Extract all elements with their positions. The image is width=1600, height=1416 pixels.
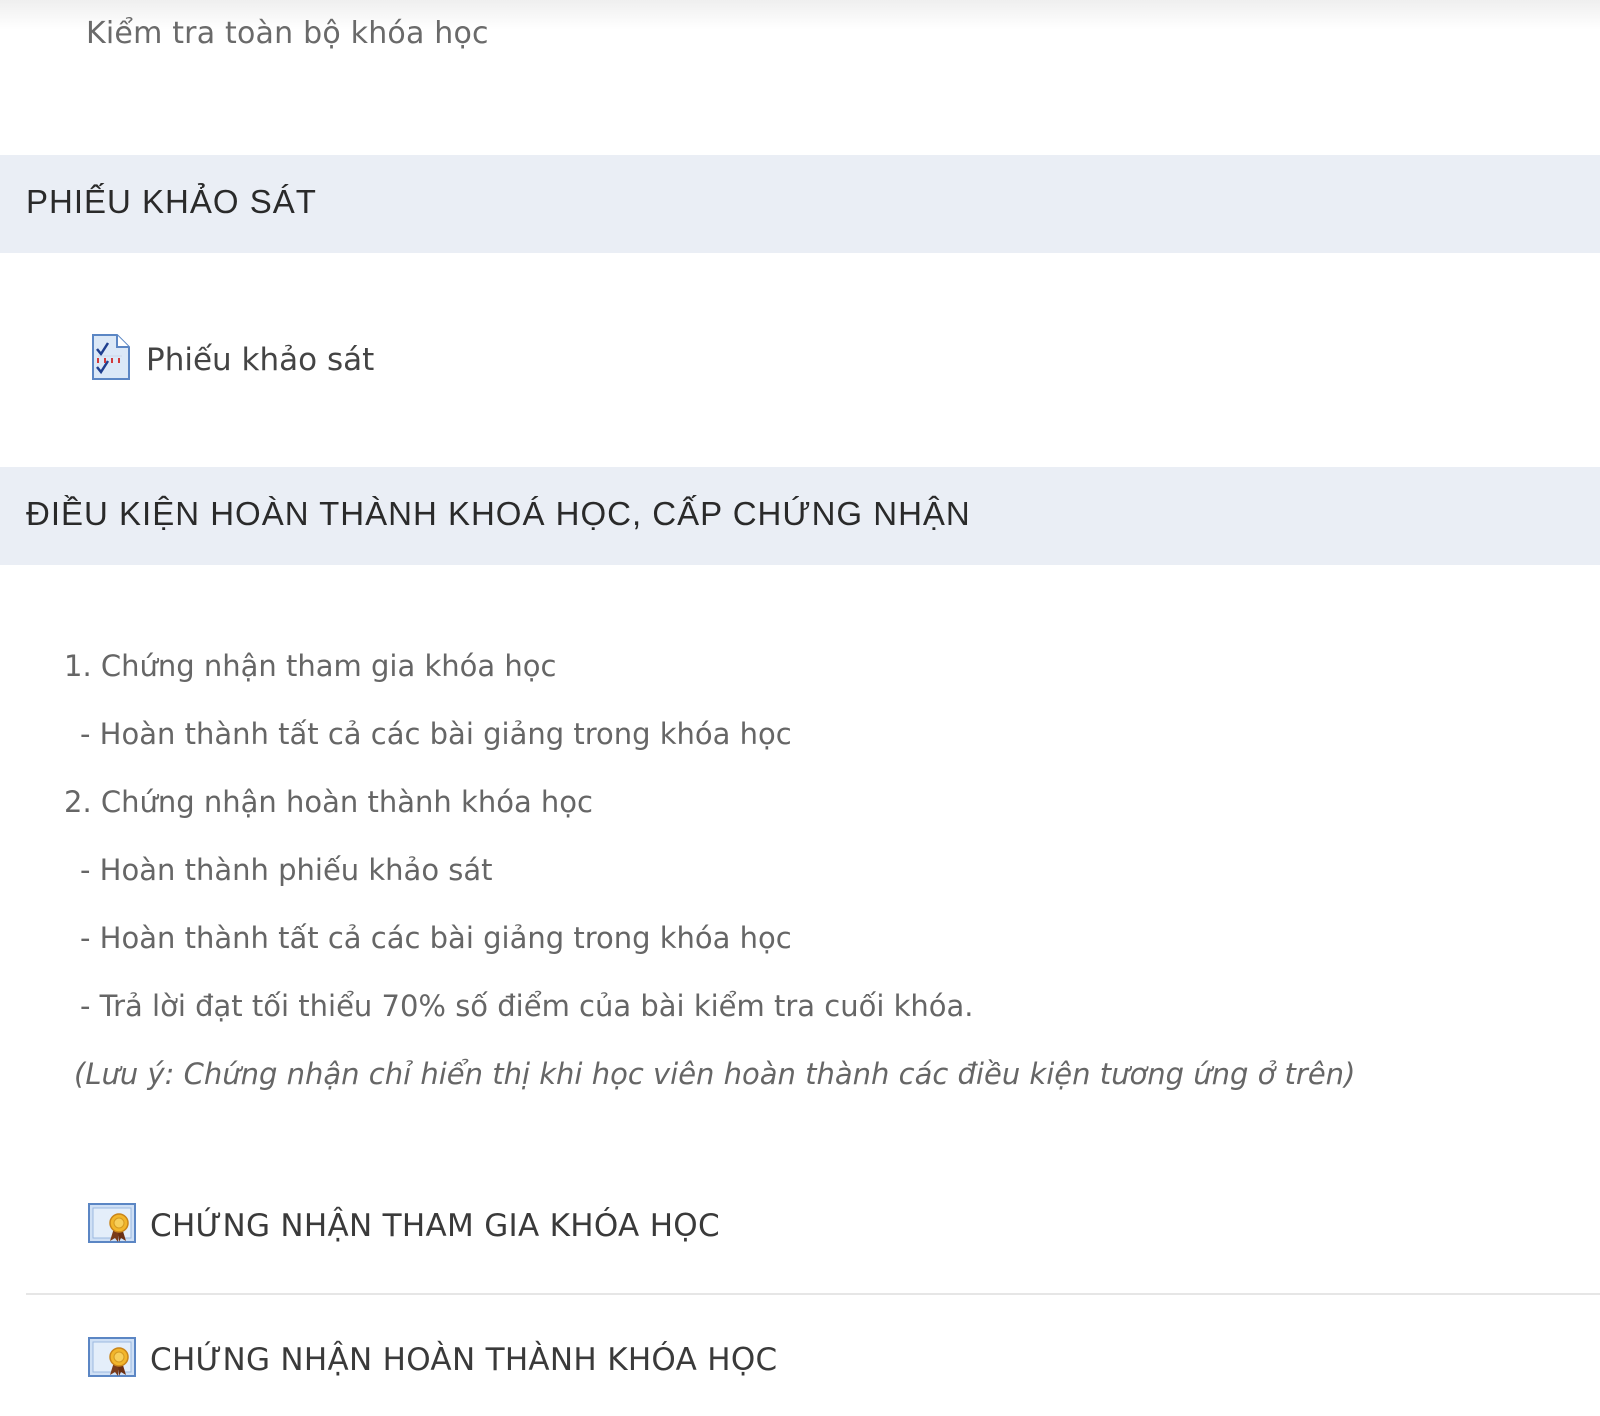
section-title: PHIẾU KHẢO SÁT bbox=[26, 183, 317, 220]
certificate-completion-link[interactable]: CHỨNG NHẬN HOÀN THÀNH KHÓA HỌC bbox=[88, 1337, 778, 1382]
section-header-survey: PHIẾU KHẢO SÁT bbox=[0, 155, 1600, 253]
certificate-icon bbox=[88, 1203, 136, 1248]
survey-activity-label[interactable]: Phiếu khảo sát bbox=[146, 342, 374, 378]
condition-line: - Hoàn thành phiếu khảo sát bbox=[80, 853, 493, 887]
section-header-completion-conditions: ĐIỀU KIỆN HOÀN THÀNH KHOÁ HỌC, CẤP CHỨNG… bbox=[0, 467, 1600, 565]
certificate-completion-label[interactable]: CHỨNG NHẬN HOÀN THÀNH KHÓA HỌC bbox=[150, 1342, 778, 1378]
condition-line: 2. Chứng nhận hoàn thành khóa học bbox=[64, 785, 593, 819]
condition-line: - Hoàn thành tất cả các bài giảng trong … bbox=[80, 717, 792, 751]
condition-line: - Trả lời đạt tối thiểu 70% số điểm của … bbox=[80, 989, 974, 1023]
certificate-participation-link[interactable]: CHỨNG NHẬN THAM GIA KHÓA HỌC bbox=[88, 1203, 720, 1248]
course-quiz-description: Kiểm tra toàn bộ khóa học bbox=[86, 16, 489, 51]
section-title: ĐIỀU KIỆN HOÀN THÀNH KHOÁ HỌC, CẤP CHỨNG… bbox=[26, 495, 971, 532]
certificate-participation-label[interactable]: CHỨNG NHẬN THAM GIA KHÓA HỌC bbox=[150, 1208, 720, 1244]
completion-conditions: 1. Chứng nhận tham gia khóa học - Hoàn t… bbox=[64, 648, 1355, 1124]
divider bbox=[26, 1293, 1600, 1295]
survey-activity-link[interactable]: Phiếu khảo sát bbox=[90, 334, 374, 385]
course-page: Kiểm tra toàn bộ khóa học PHIẾU KHẢO SÁT… bbox=[0, 0, 1600, 1416]
certificate-icon bbox=[88, 1337, 136, 1382]
condition-note: (Lưu ý: Chứng nhận chỉ hiển thị khi học … bbox=[74, 1057, 1356, 1091]
survey-icon bbox=[90, 334, 130, 385]
condition-line: - Hoàn thành tất cả các bài giảng trong … bbox=[80, 921, 792, 955]
condition-line: 1. Chứng nhận tham gia khóa học bbox=[64, 649, 557, 683]
